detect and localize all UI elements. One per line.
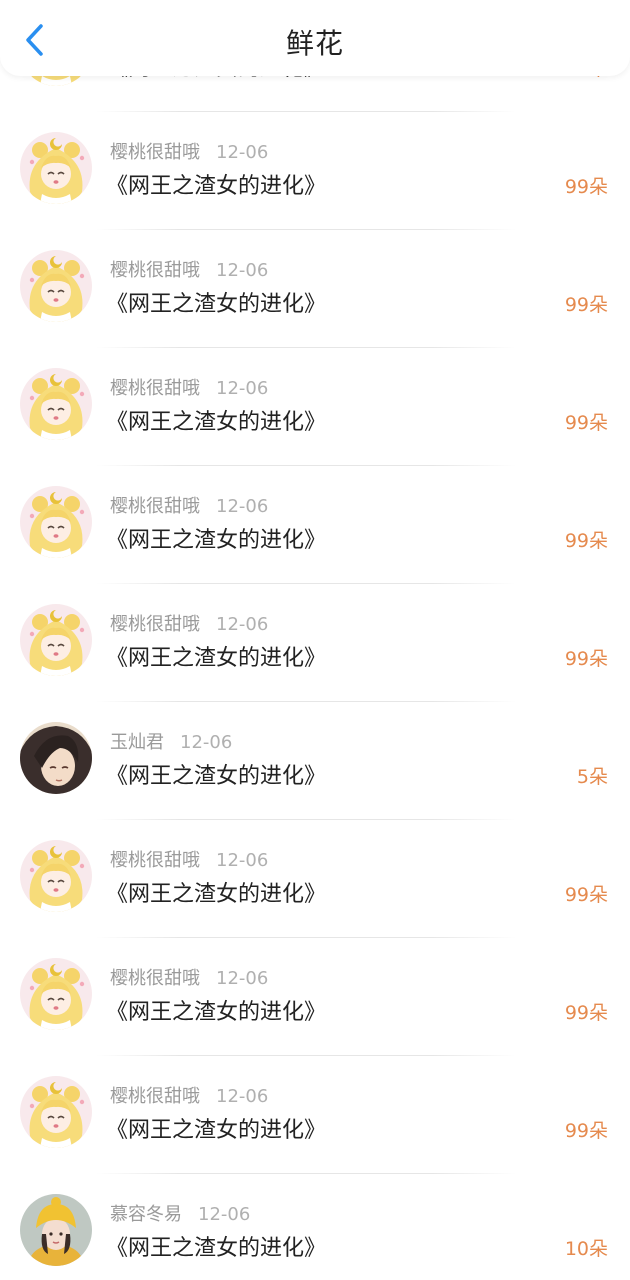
record-meta: 樱桃很甜哦 12-06 (110, 964, 268, 990)
flower-count: 99朵 (564, 1120, 608, 1142)
flower-count: 99朵 (564, 648, 608, 670)
flower-count: 5朵 (576, 766, 608, 788)
user-name[interactable]: 玉灿君 (110, 732, 164, 753)
work-title[interactable]: 《网王之渣女的进化》 (106, 1112, 326, 1144)
record-meta: 樱桃很甜哦 12-06 (110, 492, 268, 518)
user-name[interactable]: 樱桃很甜哦 (110, 378, 200, 399)
flower-record-row[interactable]: 樱桃很甜哦 12-06 《网王之渣女的进化》 99朵 (0, 466, 630, 584)
record-date: 12-06 (216, 850, 269, 871)
flower-record-row[interactable]: 樱桃很甜哦 12-06 《网王之渣女的进化》 99朵 (0, 1056, 630, 1174)
work-title[interactable]: 《网王之渣女的进化》 (106, 404, 326, 436)
record-date: 12-06 (216, 1086, 269, 1107)
flower-record-row[interactable]: 樱桃很甜哦 12-06 《网王之渣女的进化》 99朵 (0, 230, 630, 348)
avatar[interactable] (20, 840, 92, 912)
record-date: 12-06 (216, 968, 269, 989)
avatar[interactable] (20, 604, 92, 676)
user-name[interactable]: 樱桃很甜哦 (110, 260, 200, 281)
record-meta: 玉灿君 12-06 (110, 728, 232, 754)
avatar[interactable] (20, 958, 92, 1030)
record-date: 12-06 (180, 732, 233, 753)
work-title[interactable]: 《网王之渣女的进化》 (106, 1230, 326, 1262)
record-date: 12-06 (216, 378, 269, 399)
record-date: 12-06 (216, 142, 269, 163)
flower-record-row[interactable]: 慕容冬易 12-06 《网王之渣女的进化》 10朵 (0, 1174, 630, 1280)
flower-count: 99朵 (564, 1002, 608, 1024)
work-title[interactable]: 《网王之渣女的进化》 (106, 640, 326, 672)
work-title[interactable]: 《网王之渣女的进化》 (106, 168, 326, 200)
flower-record-row[interactable]: 樱桃很甜哦 12-06 《网王之渣女的进化》 99朵 (0, 820, 630, 938)
user-name[interactable]: 慕容冬易 (110, 1204, 182, 1225)
work-title[interactable]: 《网王之渣女的进化》 (106, 522, 326, 554)
avatar[interactable] (20, 250, 92, 322)
user-name[interactable]: 樱桃很甜哦 (110, 968, 200, 989)
user-name[interactable]: 樱桃很甜哦 (110, 850, 200, 871)
avatar[interactable] (20, 722, 92, 794)
flower-record-row[interactable]: 樱桃很甜哦 12-06 《网王之渣女的进化》 99朵 (0, 348, 630, 466)
avatar[interactable] (20, 368, 92, 440)
nav-bar: 鲜花 (0, 0, 630, 76)
avatar[interactable] (20, 486, 92, 558)
record-meta: 樱桃很甜哦 12-06 (110, 374, 268, 400)
record-meta: 慕容冬易 12-06 (110, 1200, 250, 1226)
flower-count: 99朵 (564, 530, 608, 552)
record-meta: 樱桃很甜哦 12-06 (110, 610, 268, 636)
work-title[interactable]: 《网王之渣女的进化》 (106, 876, 326, 908)
flower-count: 99朵 (564, 884, 608, 906)
flower-record-row[interactable]: 樱桃很甜哦 12-06 《网王之渣女的进化》 99朵 (0, 112, 630, 230)
flower-record-row[interactable]: 樱桃很甜哦 12-06 《网王之渣女的进化》 99朵 (0, 938, 630, 1056)
record-date: 12-06 (198, 1204, 251, 1225)
avatar[interactable] (20, 132, 92, 204)
record-date: 12-06 (216, 260, 269, 281)
page-title: 鲜花 (285, 27, 344, 60)
user-name[interactable]: 樱桃很甜哦 (110, 142, 200, 163)
flower-record-row[interactable]: 樱桃很甜哦 12-06 《网王之渣女的进化》 99朵 (0, 584, 630, 702)
record-date: 12-06 (216, 496, 269, 517)
flower-count: 10朵 (564, 1238, 608, 1260)
flower-count: 99朵 (564, 412, 608, 434)
flower-count: 99朵 (564, 294, 608, 316)
flowers-screen: 《网王之渣女的进化》99朵樱桃很甜哦12-06《网王之渣女的进化》99朵樱桃很甜… (0, 0, 630, 1280)
flower-count: 99朵 (564, 176, 608, 198)
record-meta: 樱桃很甜哦 12-06 (110, 1082, 268, 1108)
user-name[interactable]: 樱桃很甜哦 (110, 1086, 200, 1107)
avatar[interactable] (20, 1194, 92, 1266)
avatar[interactable] (20, 1076, 92, 1148)
work-title[interactable]: 《网王之渣女的进化》 (106, 994, 326, 1026)
record-meta: 樱桃很甜哦 12-06 (110, 846, 268, 872)
record-date: 12-06 (216, 614, 269, 635)
work-title[interactable]: 《网王之渣女的进化》 (106, 286, 326, 318)
flower-record-row[interactable]: 玉灿君 12-06 《网王之渣女的进化》 5朵 (0, 702, 630, 820)
user-name[interactable]: 樱桃很甜哦 (110, 614, 200, 635)
work-title[interactable]: 《网王之渣女的进化》 (106, 758, 326, 790)
record-meta: 樱桃很甜哦 12-06 (110, 256, 268, 282)
user-name[interactable]: 樱桃很甜哦 (110, 496, 200, 517)
record-meta: 樱桃很甜哦 12-06 (110, 138, 268, 164)
